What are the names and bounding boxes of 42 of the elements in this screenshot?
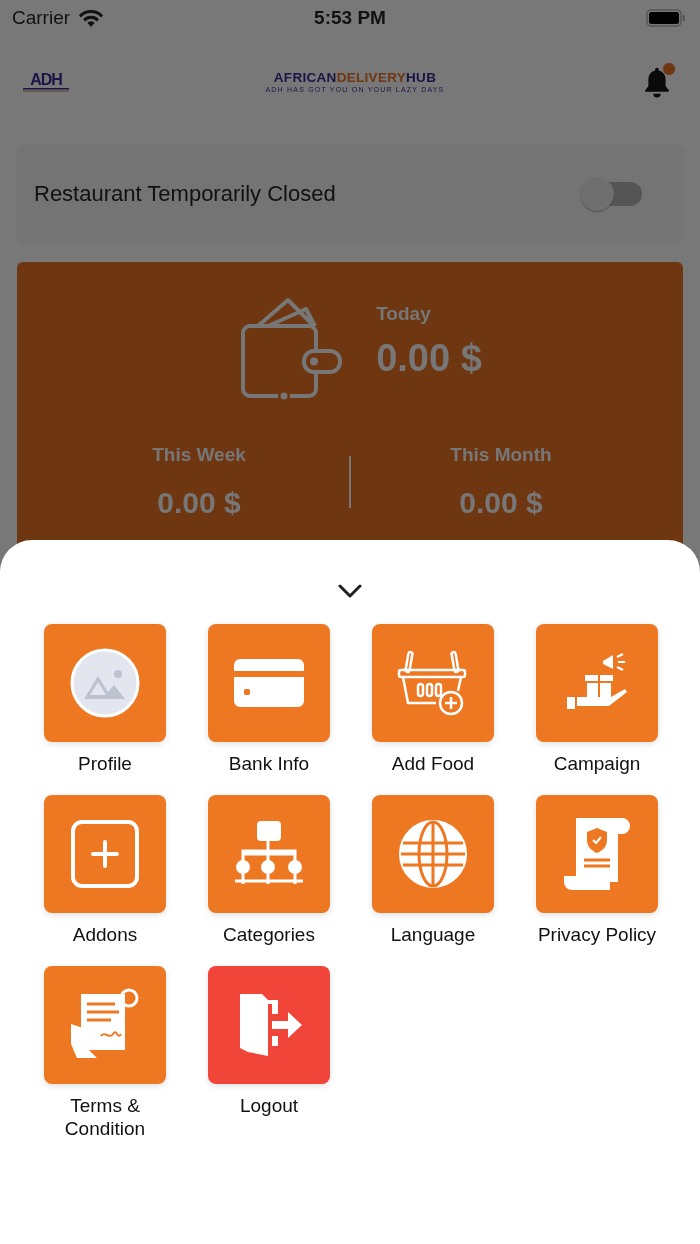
wifi-icon <box>78 8 105 28</box>
menu-label: Bank Info <box>227 752 311 775</box>
menu-tile[interactable] <box>208 624 330 742</box>
card-icon <box>234 659 304 707</box>
toggle-label: Restaurant Temporarily Closed <box>34 181 336 207</box>
menu-tile[interactable] <box>536 795 658 913</box>
amount-text: 0.00 $ <box>157 486 241 520</box>
menu-label: Add Food <box>390 752 476 775</box>
period-label: Today <box>376 303 432 325</box>
menu-label: Campaign <box>552 752 642 775</box>
toggle-switch[interactable] <box>580 176 644 212</box>
period-label: This Week <box>152 444 246 466</box>
menu-tile[interactable] <box>44 795 166 913</box>
wallet-icon <box>238 296 343 400</box>
amount-text: 0.00 $ <box>459 486 543 520</box>
period-label: This Month <box>450 444 552 466</box>
image-placeholder-icon <box>70 648 140 718</box>
shield-document-icon <box>562 816 632 892</box>
status-time: 5:53 PM <box>314 7 386 29</box>
carrier-name: Carrier <box>12 7 71 29</box>
menu-tile[interactable] <box>208 795 330 913</box>
menu-label: Addons <box>71 923 139 946</box>
bell-icon[interactable] <box>642 66 672 98</box>
menu-label: Profile <box>77 752 133 775</box>
menu-tile[interactable] <box>44 624 166 742</box>
menu-tile[interactable] <box>44 966 166 1084</box>
menu-label: Logout <box>238 1094 300 1117</box>
logo: ADH <box>22 72 70 92</box>
menu-label: Language <box>389 923 477 946</box>
menu-tile[interactable] <box>372 795 494 913</box>
basket-icon <box>397 650 469 716</box>
menu-tile[interactable] <box>372 624 494 742</box>
menu-label: Categories <box>222 923 316 946</box>
battery-icon <box>646 9 686 27</box>
menu-label: Privacy Policy <box>536 923 658 946</box>
globe-icon <box>398 819 468 889</box>
chevron-down-icon[interactable] <box>338 584 362 598</box>
amount-text: 0.00 $ <box>376 337 482 380</box>
menu-tile[interactable] <box>536 624 658 742</box>
plus-square-icon <box>70 819 140 889</box>
menu-label: Terms & Condition <box>63 1094 147 1140</box>
menu-tile[interactable] <box>208 966 330 1084</box>
